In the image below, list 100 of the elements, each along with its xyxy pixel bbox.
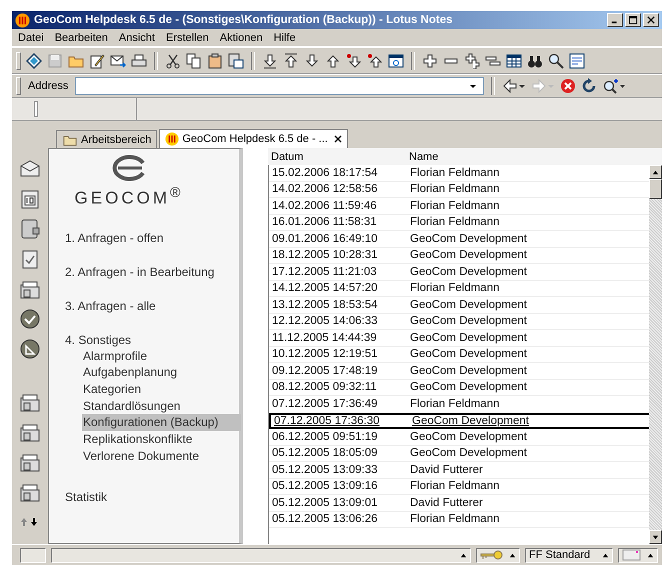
dropdown-icon[interactable]	[469, 82, 478, 90]
view-row[interactable]: 13.12.2005 18:53:54 GeoCom Development	[269, 297, 649, 314]
check-circle-icon[interactable]	[19, 308, 41, 330]
view-row[interactable]: 06.12.2005 09:51:19 GeoCom Development	[269, 429, 649, 446]
tab[interactable]: GeoCom Helpdesk 6.5 de - ...	[159, 129, 348, 148]
calendar-icon[interactable]	[19, 188, 41, 210]
copy-icon[interactable]	[186, 52, 202, 68]
view-row[interactable]: 05.12.2005 13:09:01 David Futterer	[269, 495, 649, 512]
arrow-down-icon[interactable]	[304, 52, 320, 68]
view-row[interactable]: 05.12.2005 13:09:33 David Futterer	[269, 462, 649, 478]
menu-item[interactable]: Hilfe	[274, 32, 296, 44]
scroll-thumb[interactable]	[649, 179, 662, 199]
navigator-item[interactable]: Standardlösungen	[82, 398, 241, 414]
window-icon[interactable]	[388, 52, 404, 68]
plus-icon[interactable]	[422, 52, 438, 68]
diamond-icon[interactable]	[26, 52, 42, 68]
navigator-item[interactable]: Kategorien	[82, 381, 241, 398]
view-row[interactable]: 16.01.2006 11:58:31 Florian Feldmann	[269, 214, 649, 231]
maximize-button[interactable]	[625, 13, 641, 27]
view-row[interactable]: 10.12.2005 12:19:51 GeoCom Development	[269, 346, 649, 363]
view-row[interactable]: 14.02.2006 12:58:56 Florian Feldmann	[269, 182, 649, 198]
inbox-field[interactable]	[618, 548, 658, 562]
scroll-up-icon[interactable]	[652, 168, 659, 176]
search-icon[interactable]	[548, 52, 564, 68]
menu-item[interactable]: Erstellen	[166, 32, 209, 44]
view-row[interactable]: 05.12.2005 18:05:09 GeoCom Development	[269, 446, 649, 462]
clipboard-icon[interactable]	[207, 52, 223, 68]
table-cell-text: GeoCom Development	[410, 332, 528, 344]
stop-icon[interactable]	[560, 78, 576, 94]
arrow-up-icon[interactable]	[325, 52, 341, 68]
close-icon[interactable]	[334, 135, 342, 143]
star-arrow-icon[interactable]	[346, 52, 362, 68]
navigator-item[interactable]: Statistik	[65, 480, 239, 514]
table-cell-text: GeoCom Development	[410, 447, 528, 460]
address-field[interactable]	[75, 77, 484, 95]
scroll-arrows-icon[interactable]	[20, 517, 40, 527]
triangle-circle-icon[interactable]	[19, 338, 41, 360]
navigator-item[interactable]: Aufgabenplanung	[82, 364, 241, 382]
view-row[interactable]: 14.02.2006 11:59:46 Florian Feldmann	[269, 198, 649, 214]
up-caret-icon[interactable]	[509, 552, 516, 558]
view-row[interactable]: 07.12.2005 17:36:49 Florian Feldmann	[269, 396, 649, 412]
up-caret-icon[interactable]	[460, 552, 467, 558]
minimize-button[interactable]	[607, 13, 623, 27]
table-icon[interactable]	[506, 52, 522, 68]
form-icon[interactable]	[569, 52, 585, 68]
navigator-item[interactable]: Alarmprofile	[82, 348, 241, 364]
navigator-item[interactable]: Replikationskonflikte	[82, 431, 241, 448]
arrow-down-icon[interactable]	[262, 52, 278, 68]
table-cell-text: 05.12.2005 13:09:16	[271, 480, 379, 492]
view-row[interactable]: 14.12.2005 14:57:20 Florian Feldmann	[269, 280, 649, 297]
plus-icon[interactable]	[464, 52, 480, 68]
back-arrow-icon[interactable]	[502, 78, 526, 94]
menu-item[interactable]: Ansicht	[118, 32, 155, 44]
selected-row[interactable]: 07.12.2005 17:36:30 GeoCom Development	[269, 412, 649, 429]
menu-item[interactable]: Aktionen	[220, 32, 263, 44]
view-row[interactable]: 09.01.2006 16:49:10 GeoCom Development	[269, 231, 649, 248]
view-row[interactable]: 08.12.2005 09:32:11 GeoCom Development	[269, 380, 649, 396]
up-caret-icon[interactable]	[647, 552, 654, 558]
navigator-item[interactable]: 3. Anfragen - alle	[65, 288, 239, 323]
scissors-icon[interactable]	[165, 52, 181, 68]
table-cell-text: Florian Feldmann	[410, 200, 500, 212]
paste-icon[interactable]	[228, 52, 244, 68]
status-field[interactable]	[20, 548, 46, 562]
search-icon[interactable]	[602, 78, 626, 94]
close-button[interactable]	[643, 13, 659, 27]
navigator-item[interactable]: 2. Anfragen - in Bearbeitung	[65, 254, 239, 289]
column-header[interactable]: Datum	[268, 150, 409, 162]
scrollbar[interactable]	[649, 165, 662, 544]
arrow-up-icon[interactable]	[283, 52, 299, 68]
view-row[interactable]: 18.12.2005 10:28:31 GeoCom Development	[269, 248, 649, 264]
status-field[interactable]	[51, 548, 471, 562]
view-row[interactable]: 05.12.2005 13:06:26 Florian Feldmann	[269, 512, 649, 528]
location-text: FF Standard	[529, 549, 590, 561]
tab[interactable]: Arbeitsbereich	[56, 130, 158, 148]
navigator-item[interactable]: Verlorene Dokumente	[82, 448, 241, 465]
up-caret-icon[interactable]	[602, 552, 609, 558]
view-row[interactable]: 11.12.2005 14:44:39 GeoCom Development	[269, 330, 649, 346]
envelope-icon[interactable]	[110, 52, 126, 68]
view-row[interactable]: 05.12.2005 13:09:16 Florian Feldmann	[269, 478, 649, 495]
table-cell-text: Florian Feldmann	[410, 513, 500, 526]
view-row[interactable]: 17.12.2005 11:21:03 GeoCom Development	[269, 264, 649, 280]
view-row[interactable]: 09.12.2005 17:48:19 GeoCom Development	[269, 363, 649, 380]
location-field[interactable]: FF Standard	[525, 548, 613, 562]
view-row[interactable]: 12.12.2005 14:06:33 GeoCom Development	[269, 314, 649, 330]
star-arrow-icon[interactable]	[367, 52, 383, 68]
navigator-item[interactable]: Konfigurationen (Backup)	[82, 414, 241, 432]
view-row[interactable]: 15.02.2006 18:17:54 Florian Feldmann	[269, 165, 649, 182]
table-cell-text: 18.12.2005 10:28:31	[271, 249, 379, 262]
navigator-item[interactable]: 4. Sonstiges	[65, 322, 239, 348]
menu-item[interactable]: Bearbeiten	[54, 32, 108, 44]
refresh-icon[interactable]	[581, 78, 598, 94]
column-header[interactable]: Name	[409, 150, 662, 162]
table-cell-text: 17.12.2005 11:21:03	[271, 266, 378, 278]
menu-item[interactable]: Datei	[18, 32, 44, 44]
navigator-item[interactable]: 1. Anfragen - offen	[65, 220, 239, 255]
pencil-icon[interactable]	[89, 52, 105, 68]
scroll-down-icon[interactable]	[652, 534, 659, 540]
logo-text: GEOCOM$^{®}$	[74, 185, 184, 209]
security-field[interactable]	[476, 548, 520, 562]
printer-icon[interactable]	[131, 52, 147, 68]
